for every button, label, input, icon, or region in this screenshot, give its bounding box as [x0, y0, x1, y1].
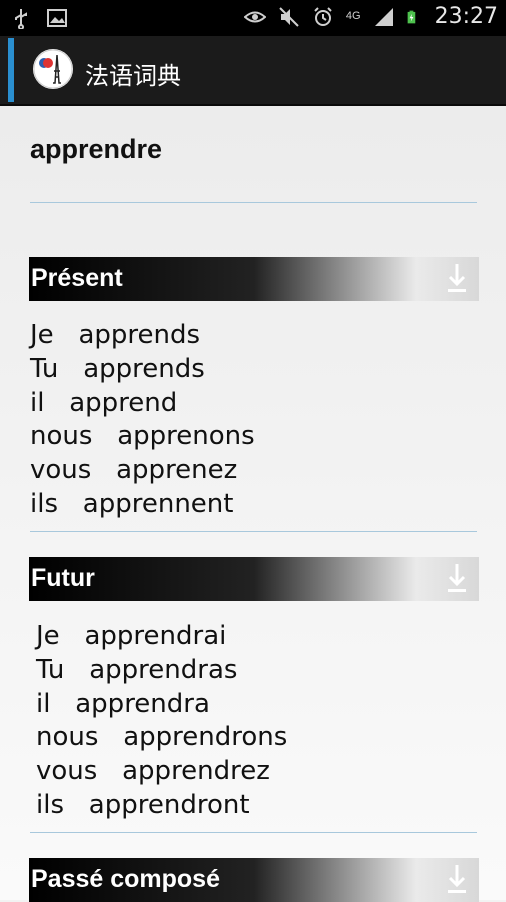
divider: [30, 832, 477, 833]
conjugation-row: vous apprenez: [30, 455, 238, 486]
conjugation-row: Je apprends: [30, 320, 201, 350]
action-bar: 法语词典: [0, 36, 506, 106]
section-title: Futur: [31, 564, 95, 592]
battery-charging-icon: [407, 10, 415, 23]
verb-headword: apprendre: [30, 134, 163, 164]
section-header-passe-compose: Passé composé: [29, 858, 479, 902]
download-icon[interactable]: [445, 262, 469, 296]
section-header-futur: Futur: [29, 557, 479, 601]
conjugation-content: apprendre Présent Je apprends Tu apprend…: [0, 106, 506, 902]
section-title: Passé composé: [31, 865, 220, 893]
conjugation-row: ils apprennent: [30, 488, 234, 519]
conjugation-row: nous apprenons: [30, 421, 255, 452]
status-bar: 4G 23:27: [0, 0, 506, 36]
signal-icon: [374, 7, 393, 26]
conjugation-row: Je apprendrai: [36, 621, 227, 651]
download-icon[interactable]: [445, 863, 469, 897]
alarm-icon: [314, 6, 332, 26]
conjugation-list-present: Je apprends Tu apprends il apprend nous …: [30, 319, 255, 522]
conjugation-row: nous apprendrons: [36, 722, 288, 753]
download-icon[interactable]: [445, 562, 469, 596]
conjugation-row: il apprendra: [36, 688, 210, 719]
eye-icon: [243, 11, 266, 22]
image-icon: [47, 9, 67, 27]
conjugation-row: ils apprendront: [36, 789, 250, 820]
app-logo-icon[interactable]: [33, 49, 73, 89]
conjugation-list-futur: Je apprendrai Tu apprendras il apprendra…: [36, 620, 287, 823]
conjugation-row: Tu apprends: [30, 353, 205, 384]
app-title: 法语词典: [85, 62, 181, 90]
section-title: Présent: [31, 264, 123, 292]
4g-icon: 4G: [345, 10, 361, 22]
conjugation-row: il apprend: [30, 387, 178, 418]
conjugation-row: Tu apprendras: [36, 654, 238, 685]
section-header-present: Présent: [29, 257, 479, 301]
drawer-indicator[interactable]: [8, 38, 14, 102]
usb-icon: [15, 9, 27, 29]
mute-icon: [279, 6, 299, 27]
divider: [30, 202, 477, 203]
clock: 23:27: [434, 4, 498, 29]
divider: [30, 531, 477, 532]
eiffel-tower-logo-icon: [33, 49, 73, 89]
conjugation-row: vous apprendrez: [36, 756, 270, 787]
